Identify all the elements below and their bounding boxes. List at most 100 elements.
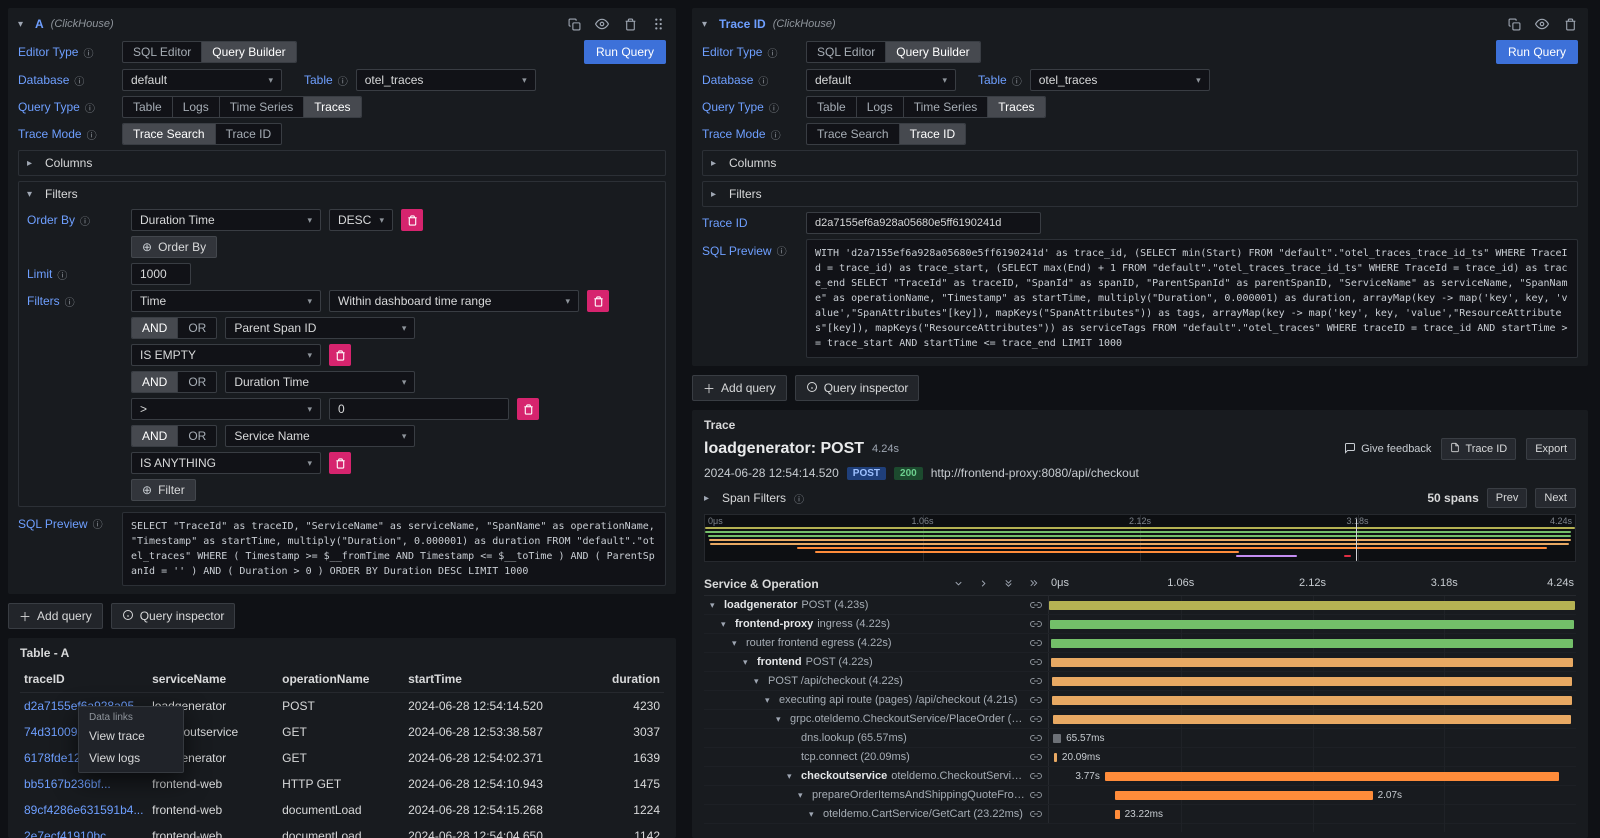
view-logs-menu-item[interactable]: View logs — [79, 747, 183, 769]
option-traces[interactable]: Traces — [988, 97, 1044, 117]
span-row[interactable]: dns.lookup (65.57ms)65.57ms — [704, 729, 1576, 748]
remove-filter-button[interactable] — [329, 452, 351, 474]
span-row[interactable]: ▾executing api route (pages) /api/checko… — [704, 691, 1576, 710]
delete-query-trash-icon[interactable] — [1562, 16, 1578, 32]
add-query-button[interactable]: ＋Add query — [8, 603, 103, 629]
table-select[interactable]: otel_traces▾ — [1030, 69, 1210, 91]
span-duration-bar[interactable] — [1053, 715, 1572, 724]
delete-query-trash-icon[interactable] — [622, 16, 638, 32]
link-icon[interactable] — [1030, 732, 1048, 744]
filter-field-select[interactable]: Parent Span ID▾ — [225, 317, 415, 339]
span-duration-bar[interactable] — [1049, 601, 1575, 610]
query-inspector-button[interactable]: Query inspector — [795, 375, 920, 401]
run-query-button[interactable]: Run Query — [584, 40, 666, 64]
trace-id-link[interactable]: 2e7ecf41910bc... — [20, 823, 148, 838]
export-button[interactable]: Export — [1526, 438, 1576, 460]
chevron-down-icon[interactable]: ▾ — [743, 657, 753, 668]
next-span-button[interactable]: Next — [1535, 488, 1576, 508]
chevron-down-icon[interactable]: ▾ — [702, 19, 712, 30]
link-icon[interactable] — [1030, 808, 1048, 820]
drag-handle-icon[interactable] — [650, 16, 666, 32]
span-name-cell[interactable]: ▾executing api route (pages) /api/checko… — [704, 691, 1049, 709]
info-icon[interactable]: ⓘ — [794, 491, 804, 506]
option-logs[interactable]: Logs — [173, 97, 220, 117]
option-query-builder[interactable]: Query Builder — [886, 42, 979, 62]
info-icon[interactable]: ⓘ — [93, 516, 103, 531]
option-and[interactable]: AND — [132, 372, 178, 392]
info-icon[interactable]: ⓘ — [1012, 73, 1022, 88]
info-icon[interactable]: ⓘ — [769, 100, 779, 115]
columns-section[interactable]: ▸Columns — [702, 150, 1578, 176]
option-table[interactable]: Table — [123, 97, 173, 117]
remove-filter-button[interactable] — [517, 398, 539, 420]
trace-id-link[interactable]: bb5167b236bf... — [20, 771, 148, 797]
chevron-down-icon[interactable]: ▾ — [732, 638, 742, 649]
run-query-button[interactable]: Run Query — [1496, 40, 1578, 64]
info-icon[interactable]: ⓘ — [85, 100, 95, 115]
chevron-down-icon[interactable]: ▾ — [787, 771, 797, 782]
span-name-cell[interactable]: ▾POST /api/checkout (4.22s) — [704, 672, 1049, 690]
chevron-right-icon[interactable]: ▸ — [704, 493, 714, 504]
span-name-cell[interactable]: ▾frontendPOST (4.22s) — [704, 653, 1049, 671]
expand-one-icon[interactable] — [975, 576, 991, 592]
remove-filter-button[interactable] — [587, 290, 609, 312]
info-icon[interactable]: ⓘ — [777, 243, 787, 258]
link-icon[interactable] — [1030, 618, 1048, 630]
link-icon[interactable] — [1030, 599, 1048, 611]
span-name-cell[interactable]: ▾prepareOrderItemsAndShippingQuoteFromCa… — [704, 786, 1049, 804]
info-icon[interactable]: ⓘ — [57, 267, 67, 282]
collapse-one-icon[interactable] — [950, 576, 966, 592]
link-icon[interactable] — [1030, 751, 1048, 763]
filter-value-input[interactable]: 0 — [329, 398, 509, 420]
span-row[interactable]: ▾POST /api/checkout (4.22s) — [704, 672, 1576, 691]
option-trace-id[interactable]: Trace ID — [900, 124, 966, 144]
span-duration-bar[interactable] — [1051, 658, 1573, 667]
prev-span-button[interactable]: Prev — [1487, 488, 1528, 508]
info-icon[interactable]: ⓘ — [771, 127, 781, 142]
info-icon[interactable]: ⓘ — [65, 294, 75, 309]
option-logs[interactable]: Logs — [857, 97, 904, 117]
database-select[interactable]: default▾ — [806, 69, 956, 91]
link-icon[interactable] — [1030, 637, 1048, 649]
chevron-down-icon[interactable]: ▾ — [765, 695, 775, 706]
trace-id-link[interactable]: 89cf4286e631591b4... — [20, 797, 148, 823]
chevron-down-icon[interactable]: ▾ — [798, 790, 808, 801]
span-duration-bar[interactable] — [1050, 620, 1574, 629]
filter-field-select[interactable]: Service Name▾ — [225, 425, 415, 447]
info-icon[interactable]: ⓘ — [338, 73, 348, 88]
add-order-by-button[interactable]: ⊕Order By — [131, 236, 217, 258]
span-name-cell[interactable]: ▾checkoutserviceoteldemo.CheckoutService… — [704, 767, 1049, 785]
expand-all-icon[interactable] — [1025, 576, 1041, 592]
order-by-field-select[interactable]: Duration Time▾ — [131, 209, 321, 231]
option-trace-id[interactable]: Trace ID — [216, 124, 282, 144]
filter-operator-select[interactable]: >▾ — [131, 398, 321, 420]
database-select[interactable]: default▾ — [122, 69, 282, 91]
option-and[interactable]: AND — [132, 426, 178, 446]
option-time-series[interactable]: Time Series — [904, 97, 989, 117]
option-time-series[interactable]: Time Series — [220, 97, 305, 117]
chevron-down-icon[interactable]: ▾ — [776, 714, 786, 725]
span-duration-bar[interactable] — [1054, 753, 1057, 762]
hide-response-eye-icon[interactable] — [1534, 16, 1550, 32]
span-duration-bar[interactable] — [1115, 791, 1372, 800]
span-duration-bar[interactable] — [1052, 677, 1573, 686]
filter-operator-select[interactable]: IS ANYTHING▾ — [131, 452, 321, 474]
column-header-traceid[interactable]: traceID — [20, 666, 148, 693]
option-or[interactable]: OR — [178, 372, 216, 392]
link-icon[interactable] — [1030, 694, 1048, 706]
span-duration-bar[interactable] — [1115, 810, 1119, 819]
span-name-cell[interactable]: ▾oteldemo.CartService/GetCart (23.22ms) — [704, 805, 1049, 823]
option-sql-editor[interactable]: SQL Editor — [123, 42, 202, 62]
info-icon[interactable]: ⓘ — [87, 127, 97, 142]
column-header-servicename[interactable]: serviceName — [148, 666, 278, 693]
duplicate-query-icon[interactable] — [1506, 16, 1522, 32]
filter-field-select[interactable]: Duration Time▾ — [225, 371, 415, 393]
trace-id-input[interactable]: d2a7155ef6a928a05680e5ff6190241d — [806, 212, 1041, 234]
span-row[interactable]: ▾oteldemo.CartService/GetCart (23.22ms)2… — [704, 805, 1576, 824]
span-row[interactable]: ▾checkoutserviceoteldemo.CheckoutService… — [704, 767, 1576, 786]
span-duration-bar[interactable] — [1053, 734, 1061, 743]
link-icon[interactable] — [1030, 789, 1048, 801]
span-row[interactable]: tcp.connect (20.09ms)20.09ms — [704, 748, 1576, 767]
filters-section-header[interactable]: ▾Filters — [27, 187, 657, 201]
chevron-down-icon[interactable]: ▾ — [754, 676, 764, 687]
